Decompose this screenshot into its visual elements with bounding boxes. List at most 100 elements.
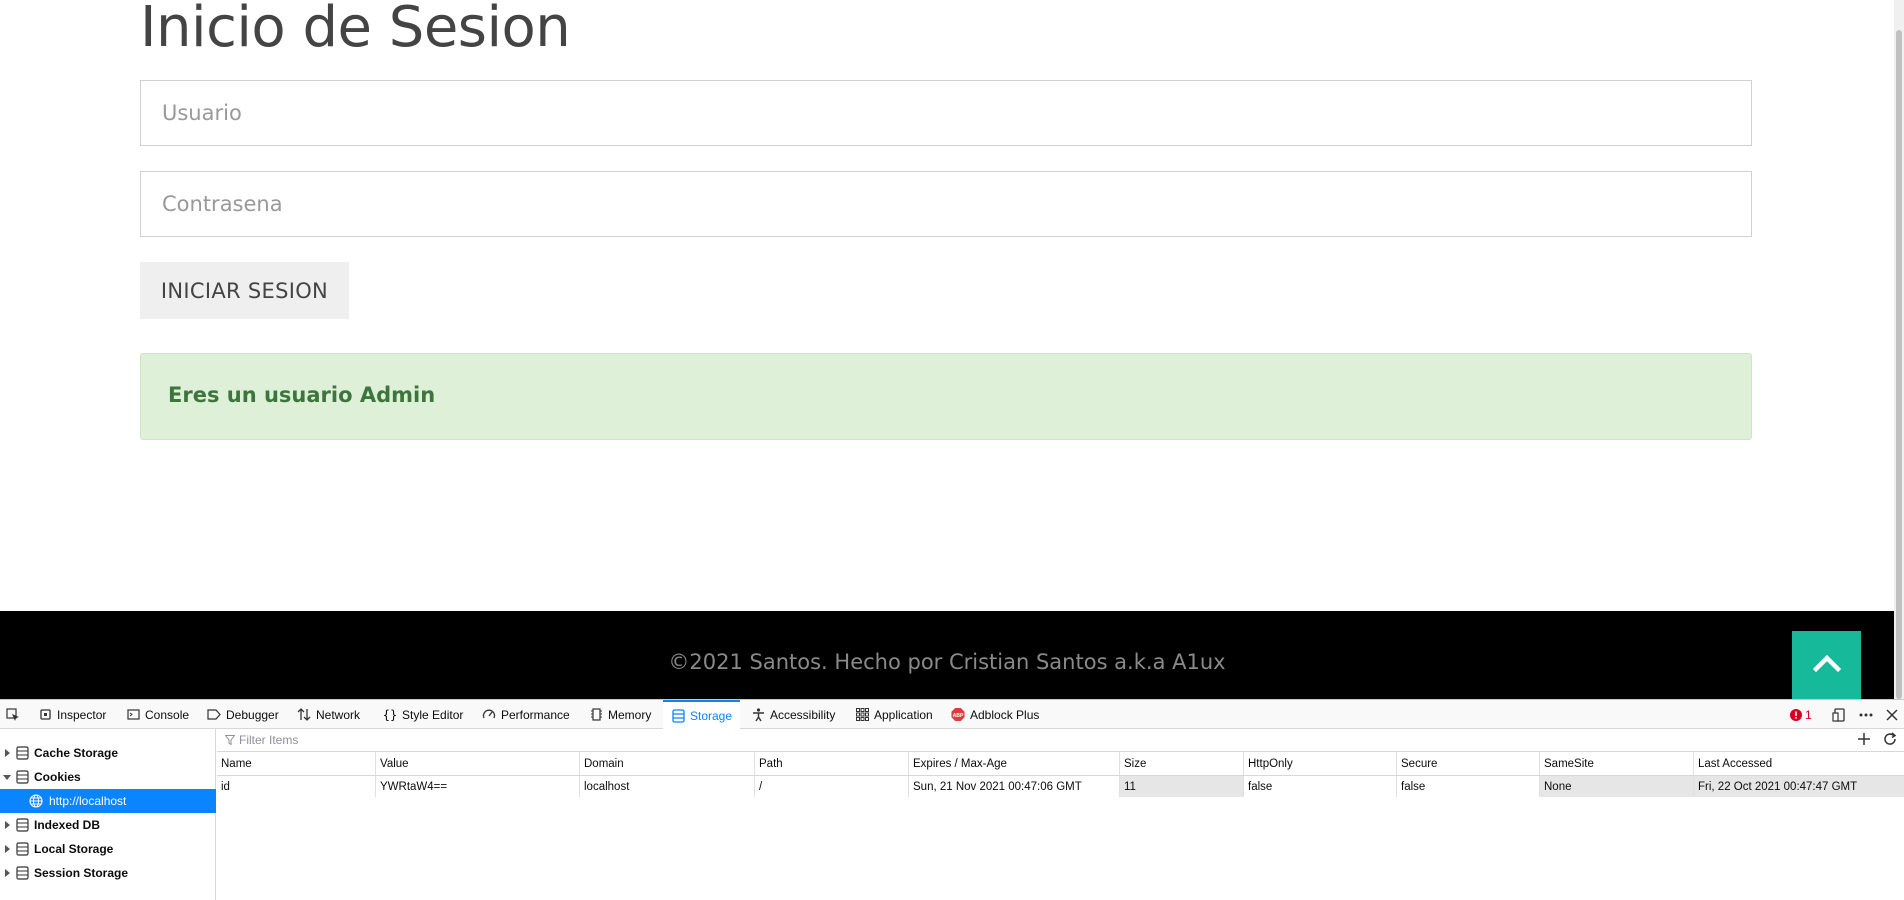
- storage-icon: [16, 818, 29, 832]
- column-header[interactable]: Last Accessed: [1693, 752, 1904, 775]
- debugger-icon: [207, 708, 221, 722]
- element-picker-icon: [6, 707, 20, 722]
- filter-bar: [217, 729, 1904, 752]
- tree-item-label: Cache Storage: [34, 746, 119, 760]
- chevron-right-icon: [5, 845, 10, 853]
- filter-icon: [225, 735, 235, 745]
- tab-application[interactable]: Application: [855, 700, 933, 729]
- chevron-right-icon: [5, 869, 10, 877]
- cell-secure: false: [1396, 776, 1539, 797]
- tab-console[interactable]: Console: [126, 700, 189, 729]
- error-icon: [1790, 708, 1802, 721]
- column-header[interactable]: Name: [217, 752, 375, 775]
- storage-icon: [16, 746, 29, 760]
- devtools-toolbar: Inspector Console Debugger Network {} St…: [0, 700, 1904, 729]
- column-header[interactable]: Path: [754, 752, 908, 775]
- tab-label: Memory: [608, 707, 652, 722]
- tab-storage[interactable]: Storage: [663, 700, 741, 729]
- adblock-plus-icon: ABP: [951, 707, 965, 722]
- column-header[interactable]: Secure: [1396, 752, 1539, 775]
- tab-label: Inspector: [57, 707, 107, 722]
- error-count: 1: [1805, 707, 1812, 722]
- tree-item-cache-storage[interactable]: Cache Storage: [0, 741, 216, 765]
- scrollbar-thumb[interactable]: [1896, 30, 1902, 699]
- element-picker-button[interactable]: [6, 700, 20, 729]
- more-options-icon: [1859, 713, 1873, 716]
- filter-items-input[interactable]: [239, 733, 439, 747]
- tab-accessibility[interactable]: Accessibility: [751, 700, 835, 729]
- tab-label: Debugger: [226, 707, 279, 722]
- tree-item-cookie-localhost[interactable]: http://localhost: [0, 789, 216, 813]
- password-input[interactable]: [141, 172, 1751, 236]
- web-page: Inicio de Sesion INICIAR SESION Eres un …: [0, 0, 1894, 699]
- close-devtools-button[interactable]: [1886, 700, 1898, 729]
- accessibility-icon: [751, 707, 765, 722]
- tab-inspector[interactable]: Inspector: [38, 700, 106, 729]
- devtools-panel: Inspector Console Debugger Network {} St…: [0, 699, 1904, 900]
- page-title: Inicio de Sesion: [140, 0, 571, 60]
- responsive-design-icon: [1832, 707, 1845, 722]
- scroll-to-top-button[interactable]: [1792, 631, 1861, 699]
- network-icon: [297, 708, 311, 722]
- cell-httponly: false: [1243, 776, 1396, 797]
- tab-style-editor[interactable]: {} Style Editor: [382, 700, 464, 729]
- cell-value: YWRtaW4==: [375, 776, 579, 797]
- style-editor-icon: {}: [382, 707, 398, 722]
- application-icon: [855, 708, 869, 722]
- column-header[interactable]: HttpOnly: [1243, 752, 1396, 775]
- column-header[interactable]: Domain: [579, 752, 754, 775]
- footer-copyright: ©2021 Santos. Hecho por Cristian Santos …: [668, 650, 1226, 674]
- filter-actions: [1856, 731, 1898, 747]
- tree-item-local-storage[interactable]: Local Storage: [0, 837, 216, 861]
- close-icon: [1886, 708, 1898, 721]
- chevron-up-icon: [1813, 654, 1841, 673]
- page-scrollbar[interactable]: [1894, 0, 1904, 699]
- tab-label: Accessibility: [770, 707, 836, 722]
- tree-item-label: http://localhost: [49, 794, 127, 808]
- more-options-button[interactable]: [1859, 700, 1873, 729]
- tab-debugger[interactable]: Debugger: [207, 700, 279, 729]
- cell-path: /: [754, 776, 908, 797]
- tab-network[interactable]: Network: [297, 700, 360, 729]
- column-header[interactable]: Expires / Max-Age: [908, 752, 1119, 775]
- tab-label: Application: [874, 707, 933, 722]
- storage-icon: [671, 708, 685, 723]
- refresh-icon[interactable]: [1882, 731, 1898, 747]
- cell-name: id: [221, 780, 230, 793]
- username-input[interactable]: [141, 81, 1751, 145]
- tab-label: Performance: [501, 707, 570, 722]
- storage-tree: Cache Storage Cookies http://localhost I…: [0, 729, 216, 900]
- tab-performance[interactable]: Performance: [482, 700, 570, 729]
- success-alert: Eres un usuario Admin: [140, 353, 1752, 440]
- username-field-wrapper: [140, 80, 1752, 146]
- tab-label: Storage: [690, 708, 733, 723]
- add-item-icon[interactable]: [1856, 731, 1872, 747]
- tree-item-cookies[interactable]: Cookies: [0, 765, 216, 789]
- chevron-right-icon: [5, 749, 10, 757]
- tree-item-label: Cookies: [34, 770, 81, 784]
- cell-samesite: None: [1539, 776, 1693, 797]
- error-counter[interactable]: 1: [1790, 700, 1812, 729]
- column-header[interactable]: SameSite: [1539, 752, 1693, 775]
- tree-item-session-storage[interactable]: Session Storage: [0, 861, 216, 885]
- tree-item-label: Session Storage: [34, 866, 129, 880]
- column-header[interactable]: Size: [1119, 752, 1243, 775]
- cell-expires: Sun, 21 Nov 2021 00:47:06 GMT: [908, 776, 1119, 797]
- inspector-icon: [38, 708, 52, 722]
- tree-item-indexed-db[interactable]: Indexed DB: [0, 813, 216, 837]
- storage-icon: [16, 842, 29, 856]
- responsive-design-button[interactable]: [1832, 700, 1846, 729]
- storage-icon: [16, 866, 29, 880]
- table-row[interactable]: id YWRtaW4== localhost / Sun, 21 Nov 202…: [217, 776, 1904, 797]
- cell-last-accessed: Fri, 22 Oct 2021 00:47:47 GMT: [1693, 776, 1904, 797]
- tab-memory[interactable]: Memory: [589, 700, 651, 729]
- chevron-right-icon: [5, 821, 10, 829]
- alert-message: Eres un usuario Admin: [168, 383, 436, 407]
- column-header[interactable]: Value: [375, 752, 579, 775]
- tab-label: Console: [145, 707, 190, 722]
- memory-icon: [589, 708, 603, 722]
- footer: ©2021 Santos. Hecho por Cristian Santos …: [0, 611, 1894, 699]
- storage-icon: [16, 770, 29, 784]
- login-button[interactable]: INICIAR SESION: [140, 262, 349, 319]
- tab-adblock-plus[interactable]: ABP Adblock Plus: [951, 700, 1039, 729]
